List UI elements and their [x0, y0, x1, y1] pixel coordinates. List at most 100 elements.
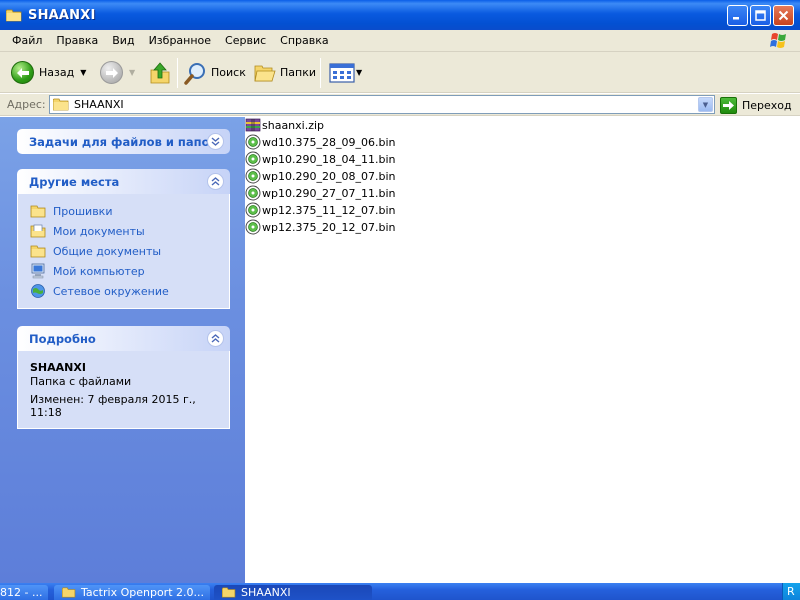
file-item[interactable]: wp12.375_20_12_07.bin [245, 219, 395, 235]
place-link-my-computer[interactable]: Мой компьютер [30, 261, 217, 281]
minimize-button[interactable] [727, 5, 748, 26]
other-places-header[interactable]: Другие места [17, 169, 230, 194]
bin-file-icon [245, 151, 261, 167]
file-item[interactable]: wp10.290_27_07_11.bin [245, 185, 395, 201]
back-arrow-icon [11, 61, 34, 84]
file-name: wp12.375_20_12_07.bin [262, 220, 396, 234]
go-button[interactable]: Переход [720, 94, 792, 116]
file-item[interactable]: wp10.290_18_04_11.bin [245, 151, 395, 167]
search-label: Поиск [211, 66, 246, 79]
go-arrow-icon [720, 96, 737, 114]
file-item[interactable]: wp10.290_20_08_07.bin [245, 168, 395, 184]
folder-icon [222, 587, 236, 598]
panel-title: Другие места [29, 174, 120, 189]
details-header[interactable]: Подробно [17, 326, 230, 351]
task-pane: Задачи для файлов и папок Другие места П… [0, 117, 245, 583]
place-link-label: Прошивки [53, 204, 113, 218]
chevron-double-up-icon [211, 334, 220, 343]
file-item[interactable]: wp12.375_11_12_07.bin [245, 202, 395, 218]
tray-text: R [787, 585, 795, 598]
taskbar-button-label: 812 - ... [0, 586, 43, 599]
file-item[interactable]: wd10.375_28_09_06.bin [245, 134, 395, 150]
panel-title: Подробно [29, 331, 96, 346]
place-link-label: Мои документы [53, 224, 145, 238]
toolbar-separator [320, 58, 321, 88]
folder-icon [30, 245, 46, 258]
search-button[interactable]: Поиск [184, 52, 246, 93]
chevron-double-up-icon [211, 177, 220, 186]
maximize-icon [755, 10, 766, 21]
folders-button[interactable]: Папки [253, 52, 316, 93]
title-bar[interactable]: SHAANXI [0, 0, 800, 30]
place-link-label: Сетевое окружение [53, 284, 169, 298]
menu-file[interactable]: Файл [0, 30, 49, 52]
go-label: Переход [742, 98, 792, 112]
expand-button[interactable] [207, 133, 224, 150]
taskbar-button-active[interactable]: SHAANXI [214, 585, 372, 600]
bin-file-icon [245, 202, 261, 218]
menu-tools[interactable]: Сервис [218, 30, 273, 52]
place-link-label: Мой компьютер [53, 264, 145, 278]
place-link-firmware[interactable]: Прошивки [30, 201, 217, 221]
toolbar-separator [177, 58, 178, 88]
folders-label: Папки [280, 66, 316, 79]
folder-icon [62, 587, 76, 598]
taskbar: 812 - ... Tactrix Openport 2.0... SHAANX… [0, 583, 800, 600]
close-button[interactable] [773, 5, 794, 26]
taskbar-button[interactable]: Tactrix Openport 2.0... [54, 585, 210, 600]
file-name: wp10.290_20_08_07.bin [262, 169, 396, 183]
bin-file-icon [245, 185, 261, 201]
up-folder-icon [150, 61, 170, 83]
menu-favorites[interactable]: Избранное [142, 30, 218, 52]
my-computer-icon [31, 263, 45, 279]
minimize-icon [733, 17, 739, 20]
close-icon [778, 10, 789, 21]
folder-icon [6, 9, 22, 21]
window-title: SHAANXI [28, 7, 96, 23]
file-folder-tasks-panel: Задачи для файлов и папок [17, 129, 230, 154]
my-documents-icon [30, 224, 46, 238]
address-dropdown-button[interactable]: ▼ [698, 97, 713, 112]
zip-archive-icon [245, 118, 261, 132]
place-link-network[interactable]: Сетевое окружение [30, 281, 217, 301]
bin-file-icon [245, 168, 261, 184]
forward-button[interactable]: ▼ [100, 52, 135, 93]
views-dropdown-icon[interactable]: ▼ [356, 68, 362, 77]
collapse-button[interactable] [207, 330, 224, 347]
back-label: Назад [39, 66, 75, 79]
folder-icon [30, 205, 46, 218]
file-name: wp10.290_18_04_11.bin [262, 152, 396, 166]
up-folder-button[interactable] [149, 52, 171, 93]
details-name: SHAANXI [30, 361, 86, 374]
details-body: SHAANXI Папка с файлами Изменен: 7 февра… [17, 351, 230, 429]
details-panel: Подробно SHAANXI Папка с файлами Изменен… [17, 326, 230, 429]
back-dropdown-icon[interactable]: ▼ [80, 68, 86, 77]
file-name: wd10.375_28_09_06.bin [262, 135, 396, 149]
address-input[interactable]: SHAANXI ▼ [49, 95, 715, 114]
maximize-button[interactable] [750, 5, 771, 26]
views-button[interactable]: ▼ [329, 52, 362, 93]
file-item[interactable]: shaanxi.zip [245, 117, 324, 133]
taskbar-button[interactable]: 812 - ... [0, 585, 48, 600]
other-places-panel: Другие места Прошивки Мои документы Общи… [17, 169, 230, 309]
collapse-button[interactable] [207, 173, 224, 190]
forward-dropdown-icon[interactable]: ▼ [129, 68, 135, 77]
back-button[interactable]: Назад ▼ [11, 52, 86, 93]
place-link-my-documents[interactable]: Мои документы [30, 221, 217, 241]
address-value: SHAANXI [74, 98, 124, 111]
address-bar: Адрес: SHAANXI ▼ Переход [0, 94, 800, 116]
place-link-label: Общие документы [53, 244, 162, 258]
system-tray[interactable]: R [782, 583, 800, 600]
network-icon [31, 284, 45, 298]
details-type: Папка с файлами [30, 375, 132, 388]
details-modified: Изменен: 7 февраля 2015 г., 11:18 [30, 393, 196, 419]
file-folder-tasks-header[interactable]: Задачи для файлов и папок [17, 129, 230, 154]
chevron-double-down-icon [211, 137, 220, 146]
file-name: shaanxi.zip [262, 118, 325, 132]
menu-view[interactable]: Вид [105, 30, 141, 52]
menu-help[interactable]: Справка [273, 30, 335, 52]
taskbar-button-label: SHAANXI [241, 586, 291, 599]
menu-edit[interactable]: Правка [49, 30, 105, 52]
file-list[interactable]: shaanxi.zip wd10.375_28_09_06.bin wp10.2… [245, 117, 800, 583]
place-link-shared-documents[interactable]: Общие документы [30, 241, 217, 261]
